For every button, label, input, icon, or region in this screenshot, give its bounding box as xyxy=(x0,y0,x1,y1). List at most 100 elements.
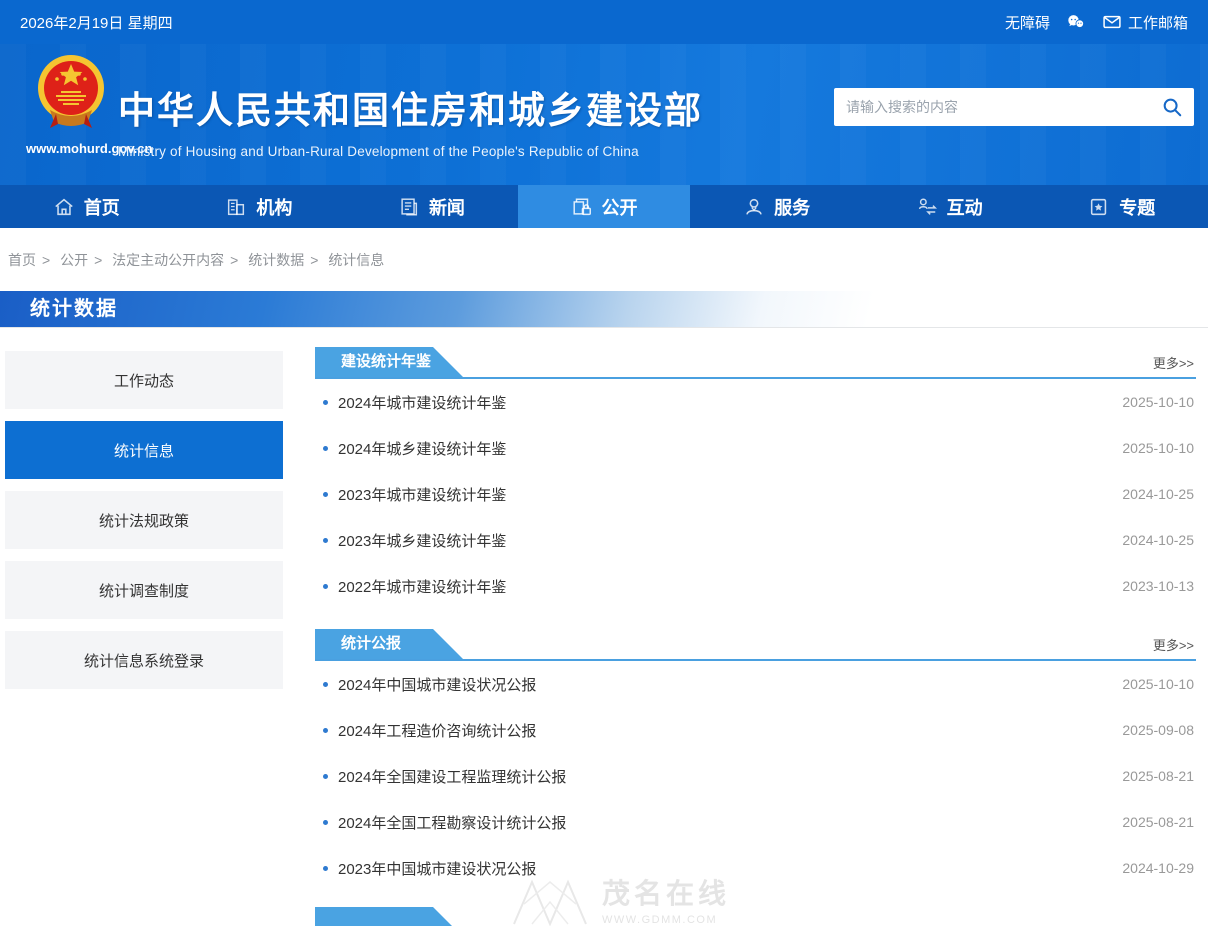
section-construction-yearbook: 建设统计年鉴 更多>> 2024年城市建设统计年鉴 2025-10-10 202… xyxy=(315,349,1196,609)
list-item: 2023年城乡建设统计年鉴 2024-10-25 xyxy=(315,517,1196,563)
article-date: 2025-10-10 xyxy=(1122,676,1196,692)
wechat-link[interactable] xyxy=(1066,12,1086,32)
search-button[interactable] xyxy=(1150,88,1194,126)
more-link[interactable]: 更多>> xyxy=(1153,353,1194,372)
bullet-icon xyxy=(323,866,328,871)
breadcrumb-statutory-content[interactable]: 法定主动公开内容 xyxy=(112,252,224,268)
page-title: 统计数据 xyxy=(30,291,118,327)
breadcrumb-statistics-data[interactable]: 统计数据 xyxy=(248,252,304,268)
article-date: 2024-10-29 xyxy=(1122,860,1196,876)
sidebar-item-statistics-regulations[interactable]: 统计法规政策 xyxy=(5,491,283,549)
news-icon xyxy=(398,196,420,218)
article-date: 2025-10-10 xyxy=(1122,394,1196,410)
list-item: 2024年全国建设工程监理统计公报 2025-08-21 xyxy=(315,753,1196,799)
article-link[interactable]: 2023年城乡建设统计年鉴 xyxy=(338,530,506,551)
nav-item-topics[interactable]: 专题 xyxy=(1035,185,1208,228)
section-tab: 统计公报 xyxy=(315,629,463,659)
article-link[interactable]: 2023年中国城市建设状况公报 xyxy=(338,858,536,879)
list-item: 2024年中国城市建设状况公报 2025-10-10 xyxy=(315,661,1196,707)
search-icon xyxy=(1161,96,1183,118)
article-date: 2024-10-25 xyxy=(1122,486,1196,502)
nav-label: 机构 xyxy=(256,194,292,220)
main-content: 建设统计年鉴 更多>> 2024年城市建设统计年鉴 2025-10-10 202… xyxy=(315,344,1196,926)
article-link[interactable]: 2024年城市建设统计年鉴 xyxy=(338,392,506,413)
work-mailbox-link[interactable]: 工作邮箱 xyxy=(1102,12,1188,33)
bullet-icon xyxy=(323,774,328,779)
bullet-icon xyxy=(323,400,328,405)
bullet-icon xyxy=(323,538,328,543)
nav-label: 专题 xyxy=(1119,194,1155,220)
site-url: www.mohurd.gov.cn xyxy=(26,141,116,156)
bullet-icon xyxy=(323,820,328,825)
nav-label: 首页 xyxy=(84,194,120,220)
breadcrumb-current: 统计信息 xyxy=(328,252,384,268)
page: 2026年2月19日 星期四 无障碍 工作邮箱 xyxy=(0,0,1208,926)
nav-item-news[interactable]: 新闻 xyxy=(345,185,518,228)
article-link[interactable]: 2024年全国工程勘察设计统计公报 xyxy=(338,812,566,833)
bullet-icon xyxy=(323,728,328,733)
nav-label: 服务 xyxy=(774,194,810,220)
article-date: 2025-10-10 xyxy=(1122,440,1196,456)
work-mailbox-label: 工作邮箱 xyxy=(1128,12,1188,33)
bullet-icon xyxy=(323,446,328,451)
article-link[interactable]: 2024年中国城市建设状况公报 xyxy=(338,674,536,695)
list-item: 2023年城市建设统计年鉴 2024-10-25 xyxy=(315,471,1196,517)
bullet-icon xyxy=(323,584,328,589)
section-tab: 建设统计年鉴 xyxy=(315,347,463,377)
list-item: 2024年城乡建设统计年鉴 2025-10-10 xyxy=(315,425,1196,471)
nav-label: 新闻 xyxy=(429,194,465,220)
interaction-arrows-icon xyxy=(916,196,938,218)
article-link[interactable]: 2023年城市建设统计年鉴 xyxy=(338,484,506,505)
main-nav: 首页 机构 新闻 公开 服务 互动 专题 xyxy=(0,185,1208,228)
national-emblem-icon xyxy=(36,52,106,134)
section-statistics-bulletin: 统计公报 更多>> 2024年中国城市建设状况公报 2025-10-10 202… xyxy=(315,631,1196,891)
site-logo[interactable]: www.mohurd.gov.cn xyxy=(26,52,116,156)
bullet-icon xyxy=(323,492,328,497)
list-item: 2023年中国城市建设状况公报 2024-10-29 xyxy=(315,845,1196,891)
home-icon xyxy=(53,196,75,218)
bullet-icon xyxy=(323,682,328,687)
article-date: 2023-10-13 xyxy=(1122,578,1196,594)
breadcrumb-disclosure[interactable]: 公开 xyxy=(60,252,88,268)
mail-icon xyxy=(1102,12,1122,32)
nav-item-home[interactable]: 首页 xyxy=(0,185,173,228)
breadcrumb-home[interactable]: 首页 xyxy=(8,252,36,268)
accessibility-link[interactable]: 无障碍 xyxy=(1005,12,1050,33)
site-title-english: Ministry of Housing and Urban-Rural Deve… xyxy=(118,144,703,159)
search-box xyxy=(834,88,1194,126)
top-utility-bar: 2026年2月19日 星期四 无障碍 工作邮箱 xyxy=(0,0,1208,44)
article-link[interactable]: 2024年全国建设工程监理统计公报 xyxy=(338,766,566,787)
list-item: 2022年城市建设统计年鉴 2023-10-13 xyxy=(315,563,1196,609)
sidebar-item-statistics-system-login[interactable]: 统计信息系统登录 xyxy=(5,631,283,689)
organization-icon xyxy=(225,196,247,218)
nav-item-services[interactable]: 服务 xyxy=(690,185,863,228)
article-date: 2024-10-25 xyxy=(1122,532,1196,548)
file-lock-icon xyxy=(571,196,593,218)
page-title-banner: 统计数据 xyxy=(0,291,1208,328)
article-link[interactable]: 2024年城乡建设统计年鉴 xyxy=(338,438,506,459)
nav-item-organization[interactable]: 机构 xyxy=(173,185,346,228)
site-header: www.mohurd.gov.cn 中华人民共和国住房和城乡建设部 Minist… xyxy=(0,44,1208,185)
sidebar-item-survey-system[interactable]: 统计调查制度 xyxy=(5,561,283,619)
nav-item-disclosure[interactable]: 公开 xyxy=(518,185,691,228)
current-date: 2026年2月19日 星期四 xyxy=(20,12,173,33)
section-tab-partial xyxy=(315,907,463,926)
site-title-chinese: 中华人民共和国住房和城乡建设部 xyxy=(118,80,703,134)
nav-item-interaction[interactable]: 互动 xyxy=(863,185,1036,228)
nav-label: 互动 xyxy=(947,194,983,220)
sidebar-item-statistics-info[interactable]: 统计信息 xyxy=(5,421,283,479)
list-item: 2024年全国工程勘察设计统计公报 2025-08-21 xyxy=(315,799,1196,845)
breadcrumb: 首页> 公开> 法定主动公开内容> 统计数据> 统计信息 xyxy=(8,250,1208,270)
list-item: 2024年工程造价咨询统计公报 2025-09-08 xyxy=(315,707,1196,753)
service-person-icon xyxy=(743,196,765,218)
article-date: 2025-08-21 xyxy=(1122,768,1196,784)
article-link[interactable]: 2024年工程造价咨询统计公报 xyxy=(338,720,536,741)
more-link[interactable]: 更多>> xyxy=(1153,635,1194,654)
sidebar: 工作动态 统计信息 统计法规政策 统计调查制度 统计信息系统登录 xyxy=(5,344,283,926)
article-link[interactable]: 2022年城市建设统计年鉴 xyxy=(338,576,506,597)
article-date: 2025-09-08 xyxy=(1122,722,1196,738)
sidebar-item-work-trends[interactable]: 工作动态 xyxy=(5,351,283,409)
search-input[interactable] xyxy=(834,99,1150,115)
article-date: 2025-08-21 xyxy=(1122,814,1196,830)
wechat-icon xyxy=(1066,12,1086,32)
